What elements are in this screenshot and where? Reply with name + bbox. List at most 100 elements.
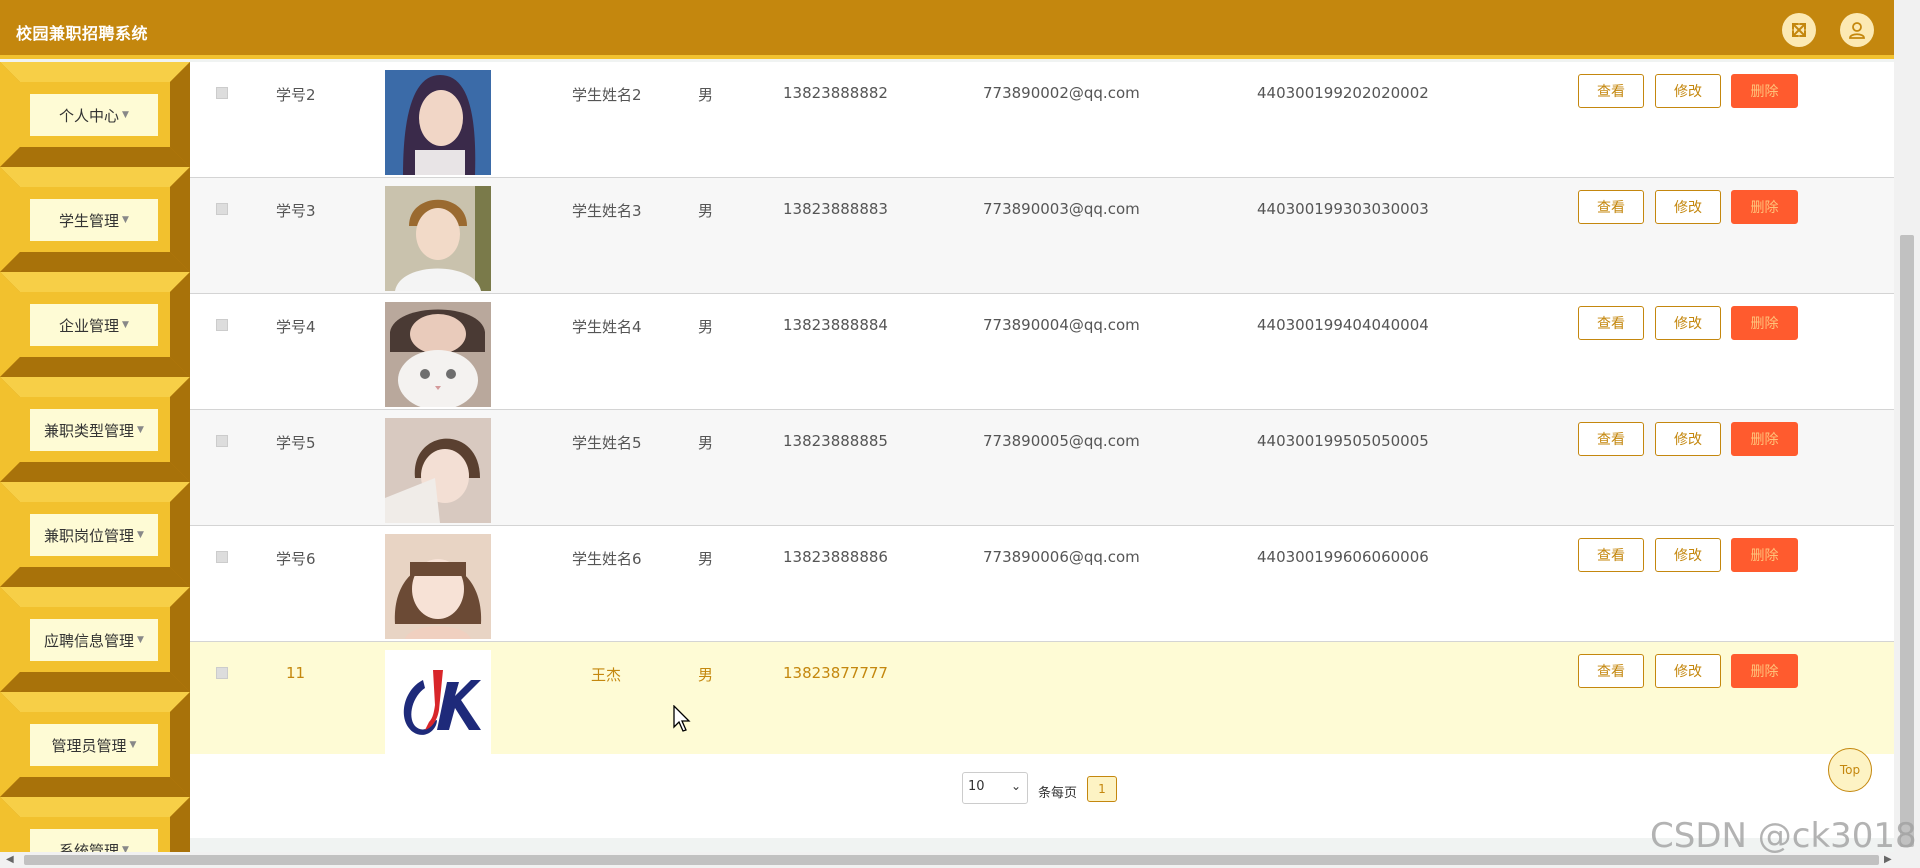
student-phone: 13823888884 — [783, 316, 888, 334]
table-row: 11 王杰 男 13823877777 查看 修改 删除 — [190, 642, 1894, 758]
student-photo — [385, 186, 491, 291]
student-phone: 13823888882 — [783, 84, 888, 102]
edit-button[interactable]: 修改 — [1655, 74, 1721, 108]
row-checkbox[interactable] — [216, 319, 228, 331]
table-row: 学号2 学生姓名2 男 13823888882 773890002@qq.com… — [190, 62, 1894, 178]
student-id: 学号5 — [276, 434, 316, 452]
row-checkbox[interactable] — [216, 203, 228, 215]
table-row: 学号3 学生姓名3 男 13823888883 773890003@qq.com… — [190, 178, 1894, 294]
caret-down-icon: ▼ — [122, 215, 129, 225]
sidebar-item-job-positions[interactable]: 兼职岗位管理 ▼ — [0, 482, 190, 587]
view-button[interactable]: 查看 — [1578, 74, 1644, 108]
row-checkbox[interactable] — [216, 87, 228, 99]
student-idcard: 440300199505050005 — [1257, 432, 1429, 450]
student-gender: 男 — [698, 550, 714, 568]
student-phone: 13823888885 — [783, 432, 888, 450]
expand-icon — [1792, 23, 1806, 37]
view-button[interactable]: 查看 — [1578, 422, 1644, 456]
caret-down-icon: ▼ — [137, 635, 144, 645]
student-email: 773890003@qq.com — [983, 200, 1140, 218]
sidebar-item-label: 个人中心 — [59, 106, 120, 125]
student-gender: 男 — [698, 318, 714, 336]
student-name: 王杰 — [591, 666, 622, 684]
student-idcard: 440300199303030003 — [1257, 200, 1429, 218]
student-gender: 男 — [698, 86, 714, 104]
fullscreen-button[interactable] — [1782, 13, 1816, 47]
watermark: CSDN @ck3018 — [1650, 816, 1917, 856]
caret-down-icon: ▼ — [129, 740, 137, 750]
student-email: 773890002@qq.com — [983, 84, 1140, 102]
edit-button[interactable]: 修改 — [1655, 654, 1721, 688]
view-button[interactable]: 查看 — [1578, 306, 1644, 340]
view-button[interactable]: 查看 — [1578, 190, 1644, 224]
caret-down-icon: ▼ — [122, 320, 129, 330]
vertical-scroll-thumb[interactable] — [1900, 235, 1914, 847]
student-idcard: 440300199404040004 — [1257, 316, 1429, 334]
page-size-select[interactable]: 10 ⌄ — [962, 772, 1028, 804]
delete-button[interactable]: 删除 — [1731, 190, 1798, 224]
edit-button[interactable]: 修改 — [1655, 306, 1721, 340]
header-divider — [0, 55, 1894, 59]
student-table: 学号2 学生姓名2 男 13823888882 773890002@qq.com… — [190, 62, 1894, 838]
vertical-scrollbar[interactable] — [1894, 0, 1920, 852]
row-checkbox[interactable] — [216, 551, 228, 563]
sidebar-item-personal-center[interactable]: 个人中心 ▼ — [0, 62, 190, 167]
student-id: 学号3 — [276, 202, 316, 220]
view-button[interactable]: 查看 — [1578, 538, 1644, 572]
page-number[interactable]: 1 — [1087, 776, 1117, 802]
student-name: 学生姓名6 — [572, 550, 642, 568]
delete-button[interactable]: 删除 — [1731, 74, 1798, 108]
horizontal-scroll-thumb[interactable] — [24, 855, 1879, 865]
sidebar-item-label: 应聘信息管理 — [44, 631, 135, 650]
top-bar: 校园兼职招聘系统 — [0, 0, 1894, 58]
sidebar-item-companies[interactable]: 企业管理 ▼ — [0, 272, 190, 377]
scroll-left-icon[interactable]: ◀ — [6, 854, 14, 865]
delete-button[interactable]: 删除 — [1731, 306, 1798, 340]
horizontal-scrollbar[interactable]: ◀ ▶ — [0, 852, 1920, 868]
student-name: 学生姓名4 — [572, 318, 642, 336]
row-checkbox[interactable] — [216, 667, 228, 679]
user-button[interactable] — [1840, 13, 1874, 47]
table-row: 学号4 学生姓名4 男 13823888884 773890004@qq.com… — [190, 294, 1894, 410]
sidebar-item-applications[interactable]: 应聘信息管理 ▼ — [0, 587, 190, 692]
back-to-top-button[interactable]: Top — [1828, 748, 1872, 792]
page-size-value: 10 — [968, 779, 985, 794]
student-gender: 男 — [698, 434, 714, 452]
view-button[interactable]: 查看 — [1578, 654, 1644, 688]
student-name: 学生姓名2 — [572, 86, 642, 104]
user-icon — [1849, 22, 1865, 39]
sidebar-item-label: 兼职岗位管理 — [44, 526, 135, 545]
sidebar-item-label: 学生管理 — [59, 211, 120, 230]
sidebar-item-students[interactable]: 学生管理 ▼ — [0, 167, 190, 272]
sidebar-item-label: 企业管理 — [59, 316, 120, 335]
student-name: 学生姓名5 — [572, 434, 642, 452]
student-email: 773890005@qq.com — [983, 432, 1140, 450]
edit-button[interactable]: 修改 — [1655, 538, 1721, 572]
student-email: 773890004@qq.com — [983, 316, 1140, 334]
student-id: 学号4 — [276, 318, 316, 336]
edit-button[interactable]: 修改 — [1655, 422, 1721, 456]
student-email: 773890006@qq.com — [983, 548, 1140, 566]
mouse-cursor-icon — [673, 705, 691, 732]
delete-button[interactable]: 删除 — [1731, 422, 1798, 456]
delete-button[interactable]: 删除 — [1731, 538, 1798, 572]
student-idcard: 440300199606060006 — [1257, 548, 1429, 566]
student-gender: 男 — [698, 666, 714, 684]
sidebar-item-admins[interactable]: 管理员管理 ▼ — [0, 692, 190, 797]
student-phone: 13823877777 — [783, 664, 888, 682]
student-id: 11 — [286, 664, 306, 682]
row-checkbox[interactable] — [216, 435, 228, 447]
student-gender: 男 — [698, 202, 714, 220]
caret-down-icon: ▼ — [122, 110, 129, 120]
sidebar-item-system[interactable]: 系统管理 ▼ — [0, 797, 190, 852]
student-photo — [385, 650, 491, 755]
student-photo — [385, 534, 491, 639]
app-title: 校园兼职招聘系统 — [16, 24, 149, 43]
edit-button[interactable]: 修改 — [1655, 190, 1721, 224]
student-id: 学号2 — [276, 86, 316, 104]
sidebar: 个人中心 ▼ 学生管理 ▼ 企业管理 ▼ 兼职类型管理 ▼ 兼职岗位管理 ▼ 应聘信息管理… — [0, 62, 190, 852]
student-phone: 13823888886 — [783, 548, 888, 566]
delete-button[interactable]: 删除 — [1731, 654, 1798, 688]
student-photo — [385, 302, 491, 407]
sidebar-item-job-types[interactable]: 兼职类型管理 ▼ — [0, 377, 190, 482]
